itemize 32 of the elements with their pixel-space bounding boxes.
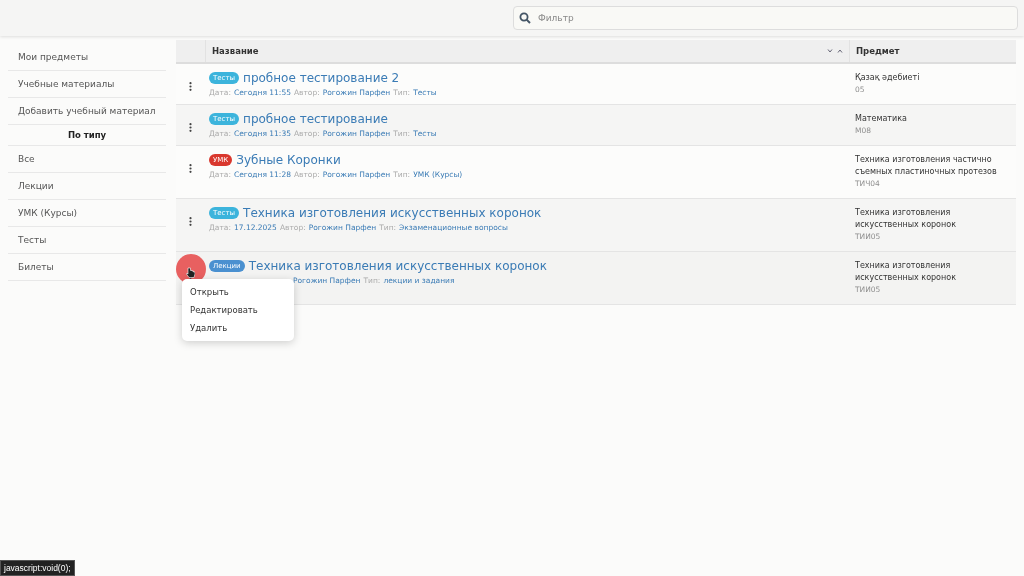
material-title-link[interactable]: Техника изготовления искусственных коронок — [243, 206, 542, 220]
status-url: javascript:void(0); — [0, 560, 75, 576]
more-icon[interactable] — [189, 217, 192, 226]
menu-item[interactable]: Открыть — [182, 283, 294, 301]
sort-icon[interactable] — [827, 48, 843, 54]
more-icon[interactable] — [189, 82, 192, 91]
sidebar-link[interactable]: Добавить учебный материал — [8, 98, 166, 125]
sidebar-link[interactable]: Лекции — [8, 173, 166, 200]
material-title-link[interactable]: пробное тестирование 2 — [243, 71, 400, 85]
sidebar-link[interactable]: Билеты — [8, 254, 166, 281]
material-title-link[interactable]: Техника изготовления искусственных коронок — [248, 259, 547, 273]
subject-name: Математика — [855, 114, 907, 123]
search-icon — [519, 12, 531, 24]
column-header[interactable]: Название — [212, 46, 259, 56]
more-icon[interactable] — [189, 123, 192, 132]
material-title-link[interactable]: пробное тестирование — [243, 112, 388, 126]
sidebar-link[interactable]: Учебные материалы — [8, 71, 166, 98]
subject-name: Техника изготовления искусственных коронок — [855, 208, 956, 229]
sidebar-link[interactable]: Мои предметы — [8, 44, 166, 71]
filter-field[interactable]: Фильтр — [513, 6, 1018, 30]
column-header[interactable]: Предмет — [856, 46, 900, 56]
menu-item[interactable]: Удалить — [182, 319, 294, 337]
menu-item[interactable]: Редактировать — [182, 301, 294, 319]
sidebar-link[interactable]: Тесты — [8, 227, 166, 254]
sidebar-link[interactable]: Все — [8, 146, 166, 173]
sidebar-heading: По типу — [8, 125, 166, 146]
material-title-link[interactable]: Зубные Коронки — [236, 153, 341, 167]
more-icon[interactable] — [189, 164, 192, 173]
subject-name: Техника изготовления частично съемных пластиночных протезов — [855, 155, 997, 176]
sidebar-link[interactable]: УМК (Курсы) — [8, 200, 166, 227]
subject-name: Техника изготовления искусственных коронок — [855, 261, 956, 282]
subject-name: Қазақ әдебиеті — [855, 73, 920, 82]
